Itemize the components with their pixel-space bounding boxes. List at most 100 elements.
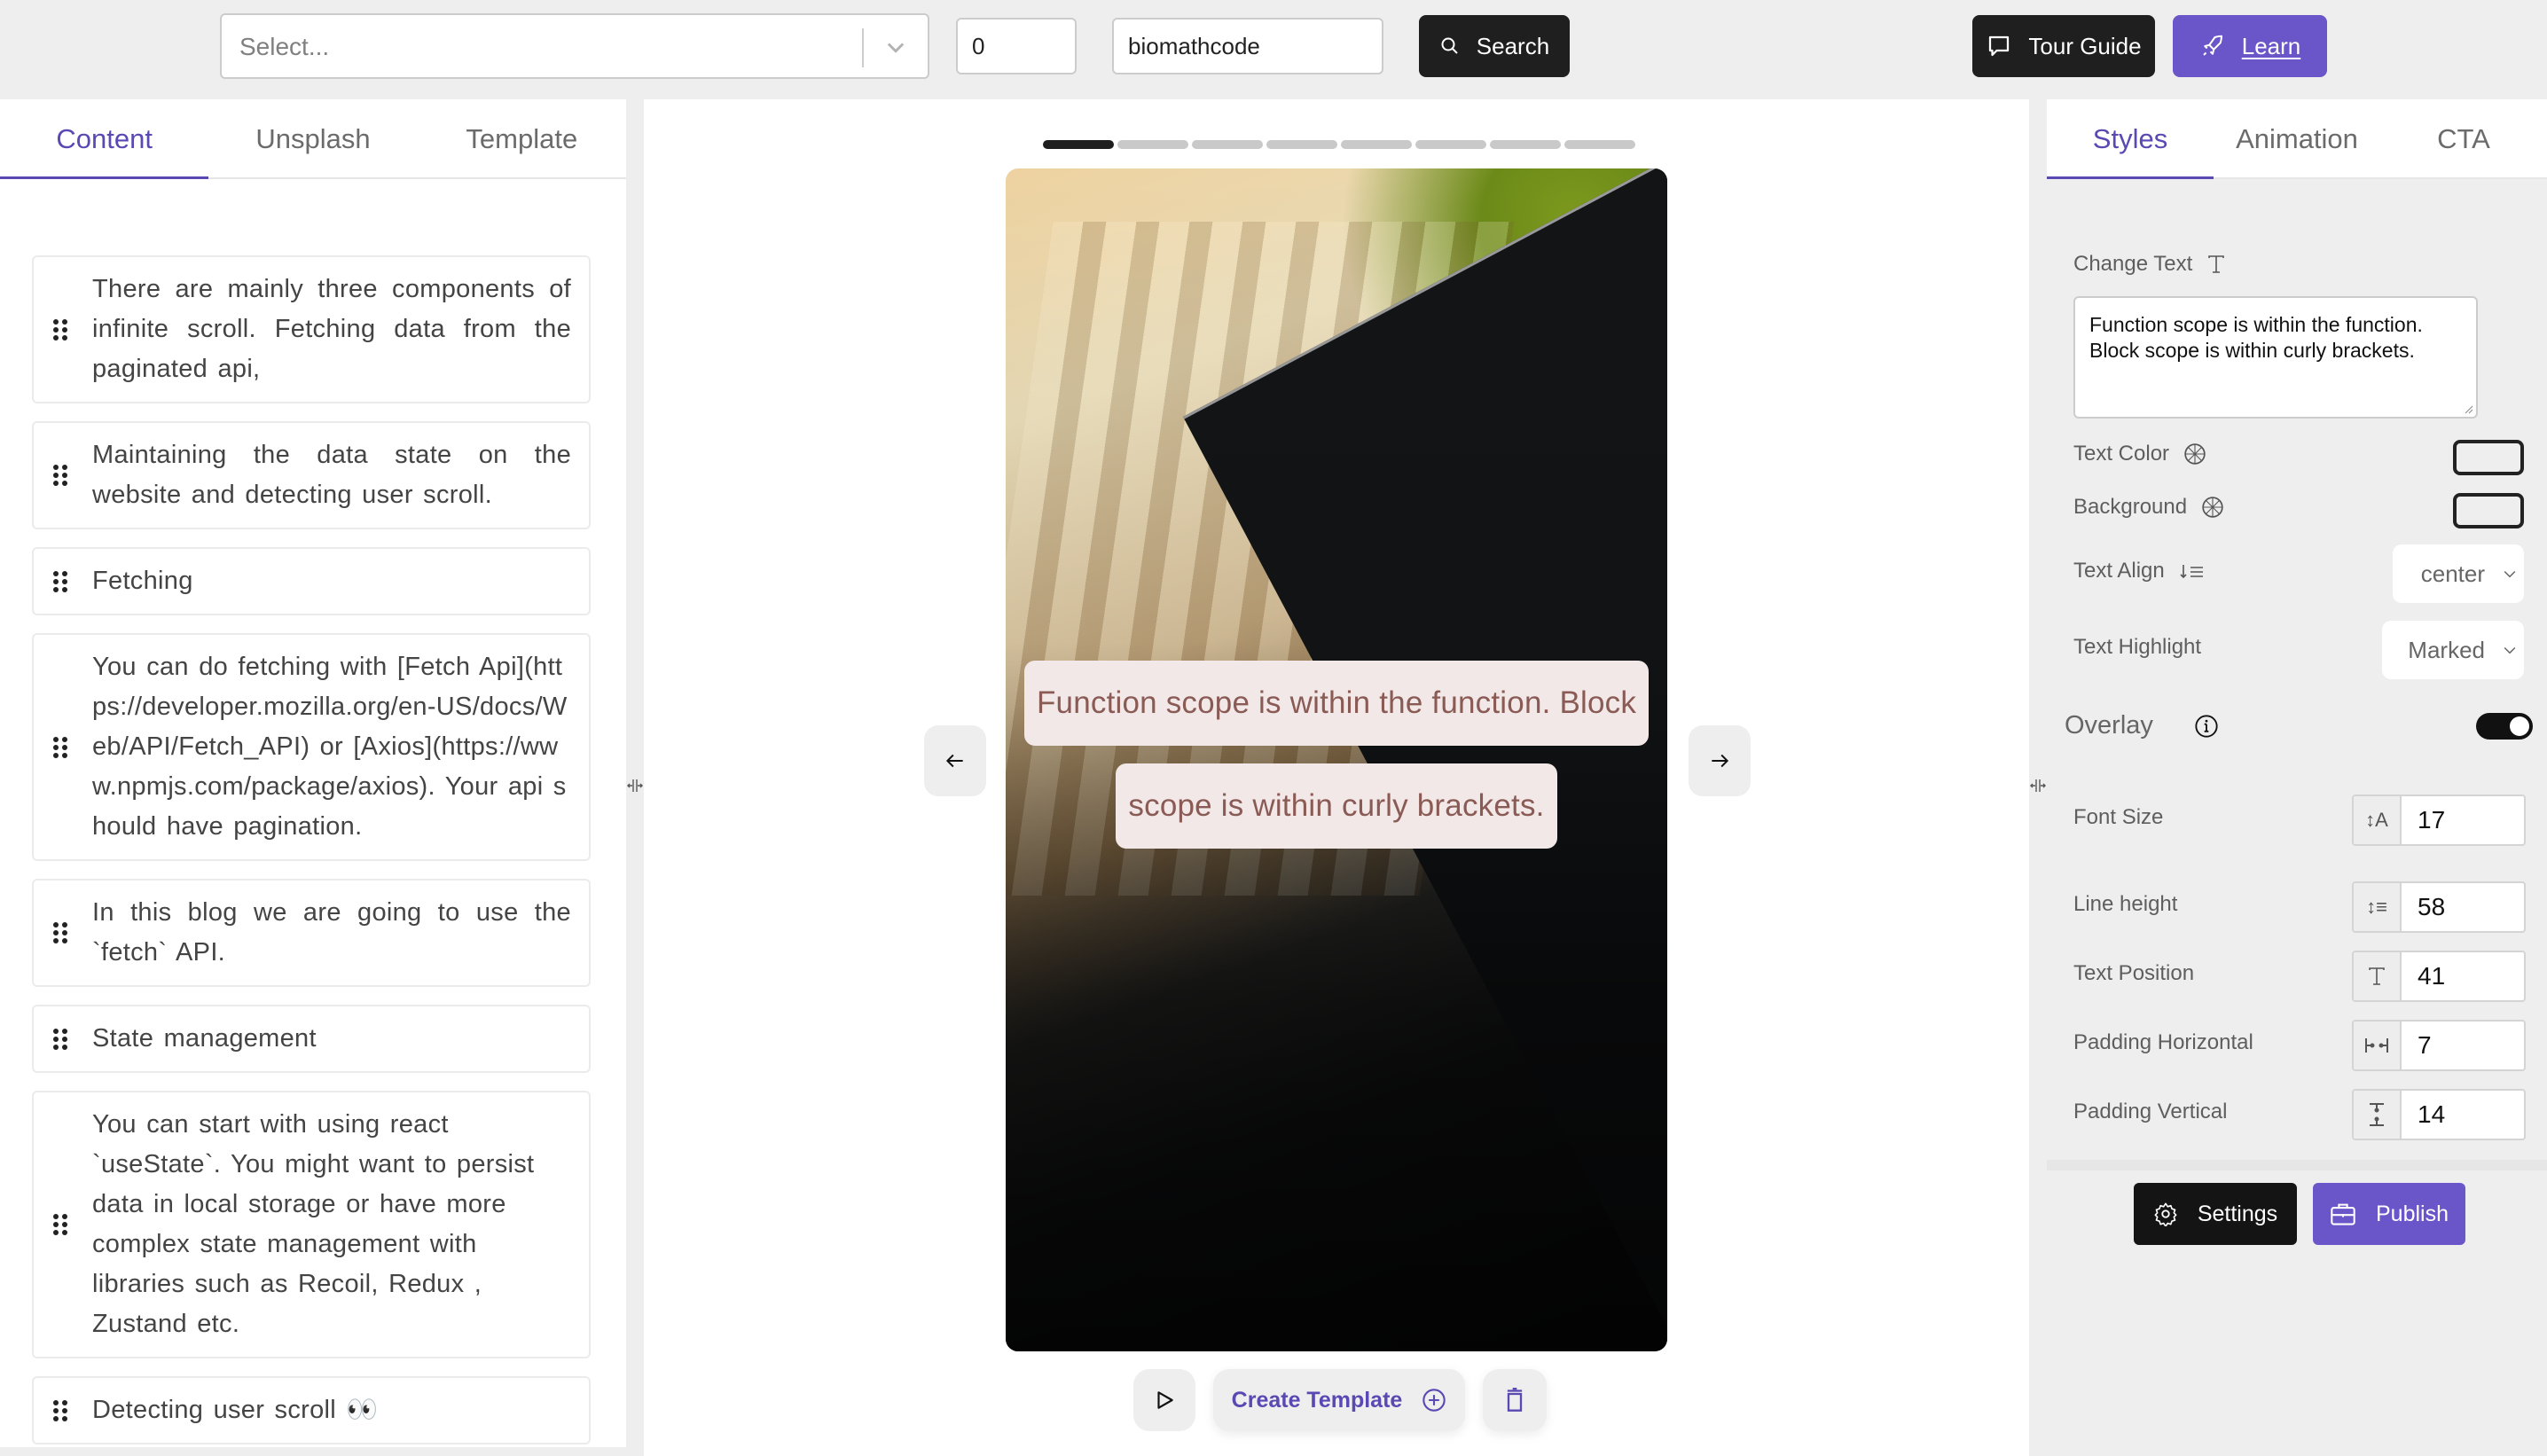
list-item[interactable]: Maintaining the data state on the websit… — [32, 421, 591, 529]
drag-handle-icon[interactable] — [53, 1399, 71, 1421]
tab-animation[interactable]: Animation — [2214, 99, 2380, 177]
tab-styles[interactable]: Styles — [2047, 99, 2214, 179]
text-highlight-dropdown[interactable]: Marked — [2382, 621, 2524, 679]
list-item[interactable]: You can do fetching with [Fetch Api](htt… — [32, 633, 591, 861]
drag-handle-icon[interactable] — [53, 922, 71, 943]
panel-divider — [2047, 1160, 2547, 1170]
padding-vertical-row: Padding Vertical — [2073, 1100, 2227, 1124]
change-text-textarea[interactable]: Function scope is within the function. B… — [2073, 296, 2478, 419]
play-button[interactable] — [1133, 1369, 1195, 1431]
list-item[interactable]: Fetching — [32, 547, 591, 615]
resize-handle-icon[interactable] — [2029, 775, 2047, 796]
text-color-swatch[interactable] — [2453, 440, 2524, 475]
tab-template[interactable]: Template — [418, 99, 626, 177]
list-item-text: You can do fetching with [Fetch Api](htt… — [92, 653, 568, 841]
next-slide-button[interactable] — [1689, 725, 1751, 796]
search-button[interactable]: Search — [1419, 15, 1570, 77]
previous-slide-button[interactable] — [924, 725, 986, 796]
left-resize-divider[interactable] — [626, 99, 644, 1456]
overlay-row: Overlay — [2065, 711, 2219, 740]
slide-preview[interactable]: Function scope is within the function. B… — [1006, 168, 1667, 1351]
content-panel: Content Unsplash Template There are main… — [0, 99, 626, 1456]
progress-segment[interactable] — [1266, 140, 1337, 149]
text-highlight-label: Text Highlight — [2073, 635, 2202, 659]
line-height-input[interactable]: ↕≡ 58 — [2352, 881, 2526, 933]
list-item-text: Detecting user scroll 👀 — [92, 1396, 379, 1424]
learn-button[interactable]: Learn — [2173, 15, 2327, 77]
padding-vertical-icon — [2354, 1091, 2402, 1139]
gear-icon — [2154, 1202, 2177, 1226]
font-size-row: Font Size — [2073, 805, 2163, 830]
progress-segment[interactable] — [1564, 140, 1635, 149]
progress-segment[interactable] — [1192, 140, 1263, 149]
select-placeholder: Select... — [239, 33, 330, 60]
create-template-button[interactable]: Create Template — [1213, 1369, 1465, 1431]
list-item[interactable]: State management — [32, 1005, 591, 1073]
padding-vertical-input[interactable]: 14 — [2352, 1089, 2526, 1140]
font-size-label: Font Size — [2073, 805, 2164, 829]
tab-content[interactable]: Content — [0, 99, 209, 179]
progress-segment[interactable] — [1415, 140, 1486, 149]
category-select[interactable]: Select... — [220, 13, 929, 79]
progress-segment[interactable] — [1043, 140, 1114, 149]
chevron-down-icon[interactable] — [883, 35, 908, 59]
drag-handle-icon[interactable] — [53, 736, 71, 758]
left-tabs: Content Unsplash Template — [0, 99, 626, 179]
text-position-icon — [2354, 952, 2402, 1000]
publish-button[interactable]: Publish — [2313, 1183, 2465, 1245]
drag-handle-icon[interactable] — [53, 570, 71, 592]
chat-bubble-icon — [1989, 35, 2010, 57]
search-label: Search — [1476, 32, 1550, 59]
background-color-swatch[interactable] — [2453, 493, 2524, 528]
tab-cta[interactable]: CTA — [2380, 99, 2547, 177]
color-wheel-icon — [2184, 443, 2206, 465]
resize-grip-icon[interactable] — [2463, 403, 2473, 414]
toggle-knob — [2510, 716, 2529, 736]
arrow-left-icon — [945, 754, 963, 768]
text-align-dropdown[interactable]: center — [2393, 544, 2524, 603]
padding-horizontal-icon — [2354, 1022, 2402, 1069]
list-item[interactable]: Detecting user scroll 👀 — [32, 1376, 591, 1444]
padding-horizontal-row: Padding Horizontal — [2073, 1030, 2253, 1055]
padding-vertical-label: Padding Vertical — [2073, 1100, 2228, 1123]
text-position-input[interactable]: 41 — [2352, 951, 2526, 1002]
progress-segment[interactable] — [1490, 140, 1561, 149]
username-input[interactable]: biomathcode — [1112, 18, 1383, 74]
settings-button[interactable]: Settings — [2134, 1183, 2297, 1245]
overlay-toggle[interactable] — [2476, 713, 2533, 740]
text-position-value: 41 — [2418, 962, 2446, 990]
text-align-value: center — [2420, 560, 2485, 587]
drag-handle-icon[interactable] — [53, 1214, 71, 1235]
list-item-text: Maintaining the data state on the websit… — [92, 441, 571, 509]
padding-vertical-value: 14 — [2418, 1100, 2446, 1128]
padding-horizontal-input[interactable]: 7 — [2352, 1020, 2526, 1071]
drag-handle-icon[interactable] — [53, 318, 71, 341]
color-wheel-icon — [2202, 497, 2223, 518]
list-item[interactable]: There are mainly three components of inf… — [32, 255, 591, 403]
list-item[interactable]: You can start with using react `useState… — [32, 1091, 591, 1358]
info-icon[interactable] — [2194, 714, 2219, 739]
trash-icon — [1507, 1388, 1523, 1412]
chevron-down-icon — [2504, 570, 2516, 578]
progress-segment[interactable] — [1341, 140, 1412, 149]
delete-slide-button[interactable] — [1483, 1369, 1547, 1431]
text-align-label: Text Align — [2073, 559, 2165, 583]
font-size-input[interactable]: ↕A 17 — [2352, 795, 2526, 846]
search-icon — [1441, 37, 1458, 54]
slide-caption[interactable]: Function scope is within the function. B… — [1006, 661, 1667, 849]
number-input[interactable]: 0 — [956, 18, 1077, 74]
list-item[interactable]: In this blog we are going to use the `fe… — [32, 879, 591, 987]
tour-guide-button[interactable]: Tour Guide — [1972, 15, 2155, 77]
progress-segment[interactable] — [1117, 140, 1188, 149]
resize-handle-icon[interactable] — [626, 775, 644, 796]
tab-unsplash[interactable]: Unsplash — [208, 99, 417, 177]
drag-handle-icon[interactable] — [53, 1028, 71, 1050]
right-resize-divider[interactable] — [2029, 99, 2047, 1456]
text-color-row: Text Color — [2073, 442, 2206, 466]
right-tabs: Styles Animation CTA — [2047, 99, 2547, 179]
text-highlight-value: Marked — [2408, 636, 2485, 663]
scrollbar-track[interactable] — [0, 1447, 626, 1456]
line-height-label: Line height — [2073, 892, 2178, 916]
drag-handle-icon[interactable] — [53, 465, 71, 486]
play-icon — [1157, 1391, 1173, 1409]
